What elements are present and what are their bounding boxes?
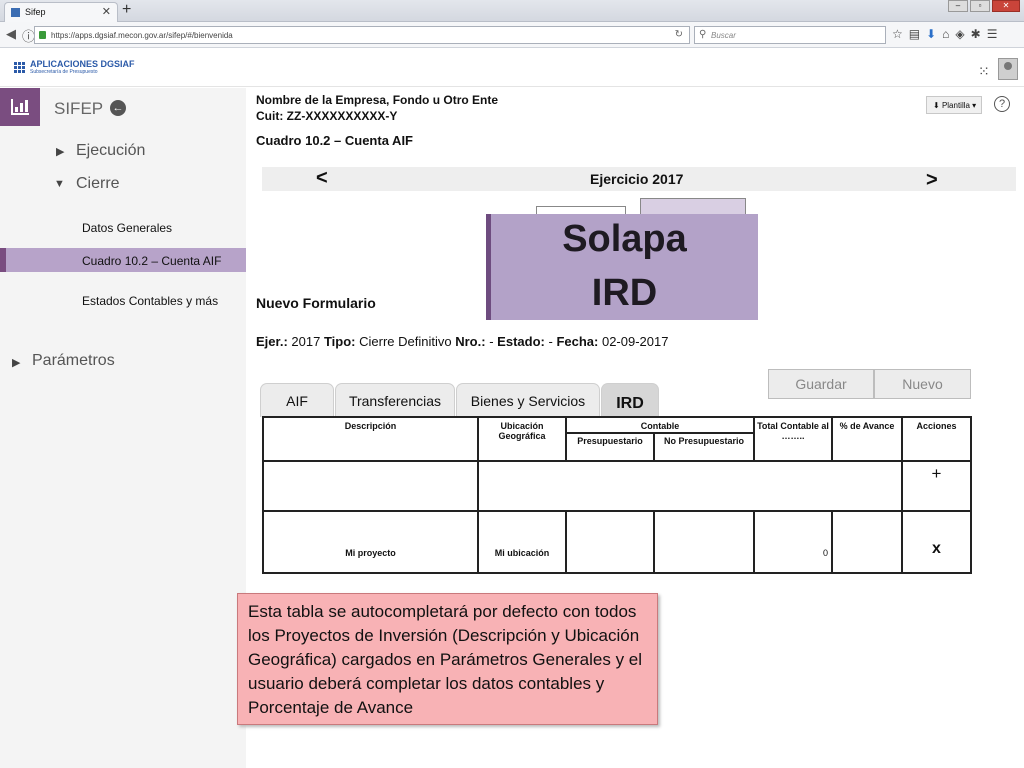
lock-icon	[39, 31, 46, 39]
next-year-button[interactable]: >	[926, 169, 938, 192]
sidebar-item-ejecucion[interactable]: Ejecución	[76, 142, 145, 160]
browser-tab[interactable]: Sifep ✕	[4, 2, 118, 22]
sidebar-title: SIFEP	[54, 99, 104, 118]
ejer-label: Ejer.:	[256, 334, 288, 349]
logo-title: APLICACIONES DGSIAF	[30, 59, 135, 69]
caret-down-icon: ▼	[54, 178, 65, 190]
plantilla-dropdown[interactable]: ⬇ Plantilla ▾	[926, 96, 982, 114]
cell-total: 0	[822, 548, 828, 558]
ejer-value: 2017	[291, 334, 321, 349]
info-callout: Esta tabla se autocompletará por defecto…	[237, 593, 658, 725]
sidebar-item-cierre[interactable]: Cierre	[76, 175, 120, 193]
tab-bienes-servicios[interactable]: Bienes y Servicios	[456, 383, 600, 417]
overlay-line1: Solapa	[562, 218, 687, 260]
fecha-label: Fecha:	[556, 334, 599, 349]
header-avance: % de Avance	[839, 421, 895, 431]
new-tab-icon[interactable]: +	[122, 1, 131, 19]
header-total-contable: Total Contable al ……..	[757, 421, 829, 441]
guardar-button[interactable]: Guardar	[768, 369, 874, 399]
header-contable: Contable	[640, 421, 680, 431]
input-presupuestario[interactable]	[568, 518, 652, 568]
header-ubicacion: Ubicación Geográfica	[498, 421, 546, 441]
ird-table: Descripción Ubicación Geográfica Contabl…	[262, 416, 972, 574]
browser-search-input[interactable]: ⚲ Buscar	[694, 26, 886, 44]
tab-title: Sifep	[25, 7, 46, 17]
browser-tabstrip	[0, 0, 1024, 22]
browser-toolbar: ☆ ▤ ⬇ ⌂ ◈ ✱ ☰	[892, 27, 997, 41]
caret-right-icon: ▶	[56, 146, 65, 158]
window-close-icon[interactable]: ✕	[992, 0, 1020, 12]
reload-icon[interactable]: ↻	[675, 29, 683, 40]
search-placeholder: Buscar	[711, 31, 736, 40]
sidebar-item-datos-generales[interactable]: Datos Generales	[82, 221, 172, 235]
caret-right-icon: ▶	[12, 357, 21, 369]
cell-ubicacion: Mi ubicación	[494, 548, 550, 558]
nro-value: -	[489, 334, 494, 349]
fecha-value: 02-09-2017	[601, 334, 669, 349]
company-info: Nombre de la Empresa, Fondo u Otro Ente …	[256, 92, 498, 124]
help-icon[interactable]: ?	[994, 96, 1010, 112]
window-controls: – ▫ ✕	[948, 0, 1020, 12]
ejercicio-label: Ejercicio 2017	[590, 171, 684, 187]
header-presupuestario: Presupuestario	[577, 436, 643, 446]
sifep-chart-icon	[0, 88, 40, 126]
company-cuit: Cuit: ZZ-XXXXXXXXXX-Y	[256, 109, 398, 123]
sidebar-item-cuadro-label: Cuadro 10.2 – Cuenta AIF	[82, 254, 222, 268]
sidebar-item-estados-contables[interactable]: Estados Contables y más	[82, 294, 218, 308]
cell-descripcion: Mi proyecto	[345, 548, 396, 558]
sidebar-item-parametros[interactable]: Parámetros	[32, 352, 115, 370]
prev-year-button[interactable]: <	[316, 167, 328, 190]
bookmark-star-icon[interactable]: ☆	[892, 27, 903, 41]
estado-value: -	[548, 334, 553, 349]
tab-ird[interactable]: IRD	[601, 383, 659, 417]
download-icon[interactable]: ⬇	[926, 27, 936, 41]
pocket-icon[interactable]: ◈	[955, 27, 964, 41]
input-no-presupuestario[interactable]	[656, 518, 752, 568]
nuevo-button[interactable]: Nuevo	[874, 369, 971, 399]
tab-aif[interactable]: AIF	[260, 383, 334, 417]
form-heading: Nuevo Formulario	[256, 295, 376, 311]
add-row-button[interactable]: +	[903, 464, 970, 484]
reading-list-icon[interactable]: ▤	[909, 27, 920, 41]
avatar[interactable]	[998, 58, 1018, 80]
logo-grid-icon	[14, 61, 26, 74]
sidebar	[0, 88, 246, 768]
minimize-icon[interactable]: –	[948, 0, 968, 12]
estado-label: Estado:	[497, 334, 545, 349]
extension-icon[interactable]: ✱	[971, 27, 981, 41]
favicon-icon	[11, 8, 20, 17]
search-icon: ⚲	[699, 29, 707, 40]
tipo-value: Cierre Definitivo	[359, 334, 452, 349]
delete-row-button[interactable]: x	[903, 540, 970, 558]
input-avance[interactable]	[834, 518, 900, 568]
nro-label: Nro.:	[455, 334, 486, 349]
overlay-line2: IRD	[591, 272, 658, 314]
plantilla-label: Plantilla	[941, 101, 970, 110]
form-metadata: Ejer.: 2017 Tipo: Cierre Definitivo Nro.…	[256, 334, 668, 349]
url-text: https://apps.dgsiaf.mecon.gov.ar/sifep/#…	[51, 31, 233, 40]
back-arrow-icon[interactable]: ◀	[6, 26, 16, 42]
back-circle-icon[interactable]: ←	[110, 100, 126, 116]
home-icon[interactable]: ⌂	[942, 27, 949, 41]
app-header	[0, 49, 1024, 87]
logo-subtitle: Subsecretaría de Presupuesto	[30, 69, 98, 75]
hamburger-menu-icon[interactable]: ☰	[987, 27, 998, 41]
header-acciones: Acciones	[916, 421, 957, 431]
header-descripcion: Descripción	[344, 421, 397, 431]
download-icon: ⬇	[933, 101, 942, 110]
page-title: Cuadro 10.2 – Cuenta AIF	[256, 133, 413, 148]
dgsiaf-logo: APLICACIONES DGSIAF Subsecretaría de Pre…	[14, 60, 135, 75]
tab-transferencias[interactable]: Transferencias	[335, 383, 455, 417]
solapa-ird-overlay: Solapa IRD	[486, 214, 758, 320]
maximize-icon[interactable]: ▫	[970, 0, 990, 12]
tipo-label: Tipo:	[323, 334, 356, 349]
chevron-down-icon: ▾	[969, 101, 977, 110]
header-no-presupuestario: No Presupuestario	[663, 436, 745, 446]
close-tab-icon[interactable]: ✕	[102, 5, 111, 18]
company-name: Nombre de la Empresa, Fondo u Otro Ente	[256, 93, 499, 107]
address-bar[interactable]: https://apps.dgsiaf.mecon.gov.ar/sifep/#…	[34, 26, 690, 44]
apps-grid-icon[interactable]: ⁙	[978, 63, 990, 80]
